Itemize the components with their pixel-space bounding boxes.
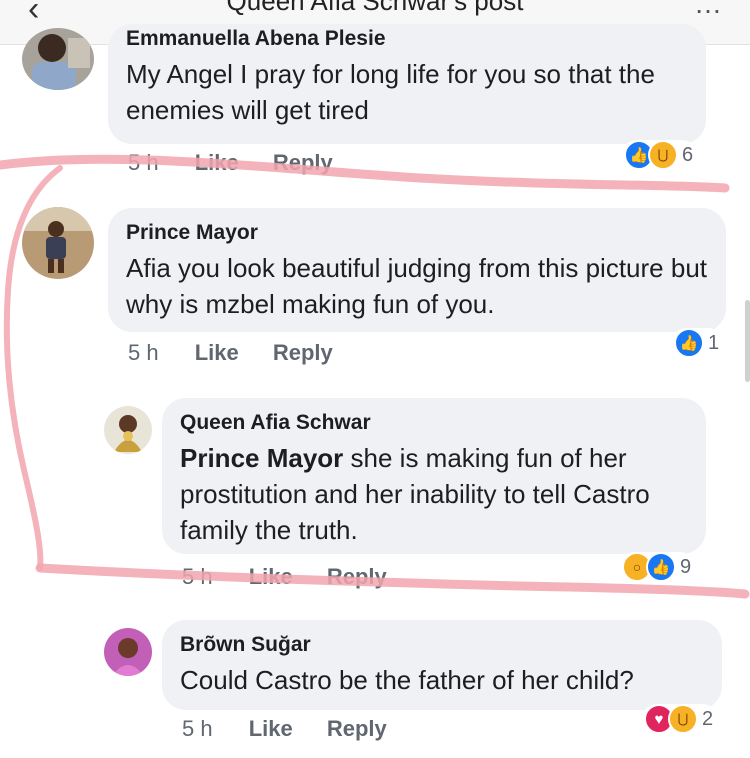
reaction-summary[interactable]: ○ 👍 9 bbox=[620, 552, 696, 582]
comment-time: 5 h bbox=[182, 716, 213, 741]
comment-text: Afia you look beautiful judging from thi… bbox=[126, 253, 708, 319]
like-icon: 👍 bbox=[646, 552, 676, 582]
comment-text: Could Castro be the father of her child? bbox=[180, 665, 634, 695]
reply-link[interactable]: Reply bbox=[327, 564, 387, 589]
comment-time: 5 h bbox=[128, 150, 159, 175]
comment-author[interactable]: Emmanuella Abena Plesie bbox=[126, 26, 688, 52]
avatar[interactable] bbox=[22, 207, 94, 279]
like-link[interactable]: Like bbox=[195, 150, 239, 175]
like-icon: 👍 bbox=[674, 328, 704, 358]
comment-actions: 5 h Like Reply bbox=[128, 150, 361, 176]
comment-time: 5 h bbox=[182, 564, 213, 589]
scrollbar[interactable] bbox=[745, 300, 750, 382]
comment-bubble[interactable]: Brõwn Suğar Could Castro be the father o… bbox=[162, 620, 722, 710]
avatar[interactable] bbox=[104, 406, 152, 454]
more-dots-icon[interactable]: … bbox=[694, 0, 724, 20]
avatar[interactable] bbox=[104, 628, 152, 676]
reaction-count: 1 bbox=[708, 331, 720, 354]
comment-author[interactable]: Queen Afia Schwar bbox=[180, 410, 688, 436]
haha-icon: ⋃ bbox=[668, 704, 698, 734]
reply-link[interactable]: Reply bbox=[327, 716, 387, 741]
comment-actions: 5 h Like Reply bbox=[182, 716, 415, 742]
comment-actions: 5 h Like Reply bbox=[128, 340, 361, 366]
comment-text: Prince Mayor she is making fun of her pr… bbox=[180, 440, 688, 548]
reaction-summary[interactable]: 👍 ⋃ 6 bbox=[622, 140, 698, 170]
reaction-summary[interactable]: 👍 1 bbox=[672, 328, 724, 358]
reaction-summary[interactable]: ♥ ⋃ 2 bbox=[642, 704, 718, 734]
like-link[interactable]: Like bbox=[249, 716, 293, 741]
avatar[interactable] bbox=[22, 28, 94, 90]
comment-bubble[interactable]: Queen Afia Schwar Prince Mayor she is ma… bbox=[162, 398, 706, 554]
comment-author[interactable]: Brõwn Suğar bbox=[180, 632, 704, 658]
comment-bubble[interactable]: Emmanuella Abena Plesie My Angel I pray … bbox=[108, 24, 706, 144]
comment-text: My Angel I pray for long life for you so… bbox=[126, 59, 655, 125]
reaction-count: 6 bbox=[682, 143, 694, 166]
haha-icon: ⋃ bbox=[648, 140, 678, 170]
comment-author[interactable]: Prince Mayor bbox=[126, 220, 708, 246]
like-link[interactable]: Like bbox=[249, 564, 293, 589]
comment-actions: 5 h Like Reply bbox=[182, 564, 415, 590]
reaction-count: 9 bbox=[680, 555, 692, 578]
comment-time: 5 h bbox=[128, 340, 159, 365]
mention-link[interactable]: Prince Mayor bbox=[180, 443, 343, 473]
reply-link[interactable]: Reply bbox=[273, 340, 333, 365]
post-title: Queen Afia Schwar's post bbox=[226, 0, 524, 16]
reply-link[interactable]: Reply bbox=[273, 150, 333, 175]
comment-bubble[interactable]: Prince Mayor Afia you look beautiful jud… bbox=[108, 208, 726, 332]
like-link[interactable]: Like bbox=[195, 340, 239, 365]
reaction-count: 2 bbox=[702, 707, 714, 730]
